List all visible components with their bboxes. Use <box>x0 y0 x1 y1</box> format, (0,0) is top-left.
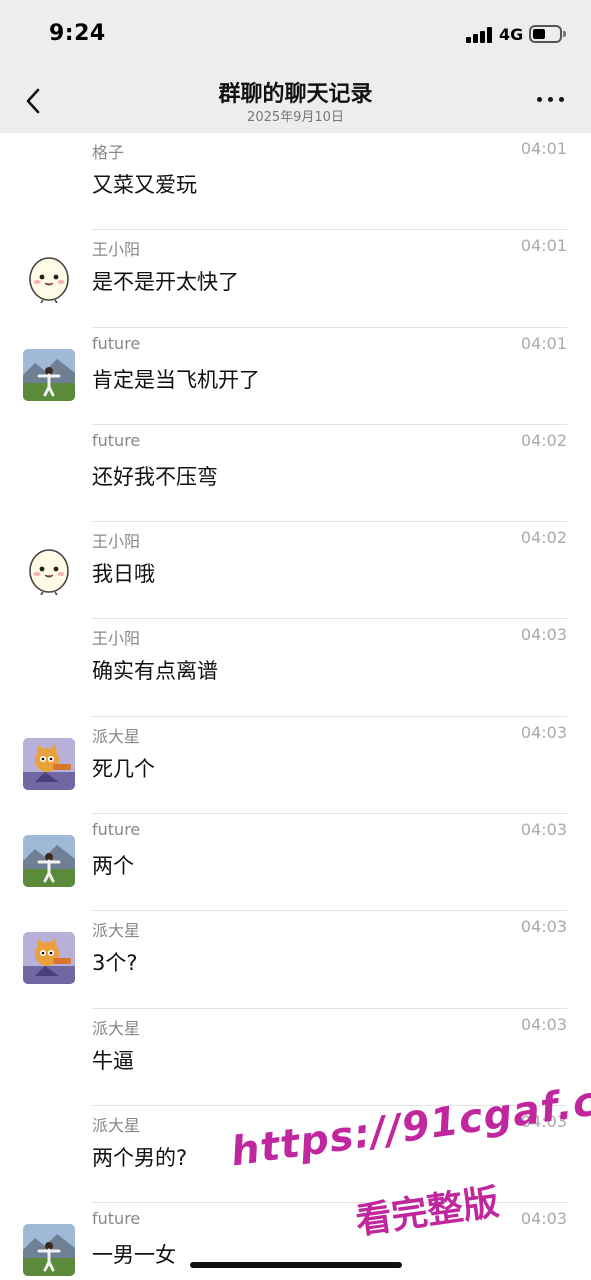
egg-avatar-icon <box>23 251 75 304</box>
sender-name: 王小阳 <box>92 240 141 260</box>
avatar[interactable] <box>23 543 75 596</box>
message-time: 04:03 <box>520 625 567 645</box>
message-row[interactable]: 派大星 04:03 死几个 <box>0 717 591 815</box>
message-row[interactable]: future 04:03 一男一女 <box>0 1203 591 1280</box>
message-time: 04:01 <box>520 236 567 256</box>
sender-name: future <box>92 333 141 353</box>
message-text: 确实有点离谱 <box>92 659 218 684</box>
avatar[interactable] <box>23 835 75 888</box>
message-time: 04:01 <box>520 333 567 353</box>
landscape-avatar-icon <box>23 835 75 888</box>
message-text: 3个? <box>92 951 138 976</box>
landscape-avatar-icon <box>23 348 75 401</box>
page-subtitle: 2025年9月10日 <box>247 110 344 125</box>
message-time: 04:02 <box>520 430 567 450</box>
message-text: 肯定是当飞机开了 <box>92 367 260 392</box>
message-time: 04:03 <box>520 917 567 937</box>
message-row[interactable]: 王小阳 04:03 确实有点离谱 <box>0 619 591 717</box>
message-row[interactable]: future 04:02 还好我不压弯 <box>0 425 591 523</box>
message-time: 04:03 <box>520 1209 567 1229</box>
home-indicator[interactable] <box>190 1262 402 1268</box>
sender-name: 派大星 <box>92 726 141 746</box>
nav-bar: 群聊的聊天记录 2025年9月10日 <box>0 66 591 133</box>
avatar[interactable] <box>23 737 75 790</box>
status-time: 9:24 <box>49 21 106 46</box>
message-text: 还好我不压弯 <box>92 464 218 489</box>
message-time: 04:02 <box>520 528 567 548</box>
page-title: 群聊的聊天记录 <box>218 82 373 107</box>
message-text: 又菜又爱玩 <box>92 173 197 197</box>
battery-icon <box>529 25 566 43</box>
sender-name: 派大星 <box>92 1115 141 1135</box>
sender-name: 派大星 <box>92 1018 141 1038</box>
signal-icon <box>466 27 494 43</box>
cartoon-avatar-icon <box>23 932 75 985</box>
message-text: 一男一女 <box>92 1243 176 1268</box>
message-row[interactable]: 王小阳 04:02 我日哦 <box>0 522 591 620</box>
message-time: 04:03 <box>520 722 567 742</box>
message-row[interactable]: 派大星 04:03 3个? <box>0 911 591 1009</box>
message-time: 04:01 <box>520 139 567 158</box>
message-row[interactable]: 王小阳 04:01 是不是开太快了 <box>0 230 591 328</box>
avatar[interactable] <box>23 1224 75 1277</box>
avatar[interactable] <box>23 932 75 985</box>
sender-name: future <box>92 820 141 840</box>
sender-name: future <box>92 1209 141 1229</box>
sender-name: 格子 <box>92 143 125 162</box>
avatar[interactable] <box>23 251 75 304</box>
landscape-avatar-icon <box>23 1224 75 1277</box>
message-text: 牛逼 <box>92 1048 134 1073</box>
egg-avatar-icon <box>23 543 75 596</box>
status-bar: 9:24 4G <box>0 0 591 66</box>
message-time: 04:03 <box>520 1014 567 1034</box>
message-text: 两个男的? <box>92 1145 188 1170</box>
message-time: 04:03 <box>520 820 567 840</box>
sender-name: 王小阳 <box>92 629 141 649</box>
message-row[interactable]: future 04:03 两个 <box>0 814 591 912</box>
message-row[interactable]: future 04:01 肯定是当飞机开了 <box>0 328 591 425</box>
avatar[interactable] <box>23 348 75 401</box>
message-text: 我日哦 <box>92 562 155 587</box>
cartoon-avatar-icon <box>23 737 75 790</box>
more-button[interactable] <box>537 97 565 103</box>
message-text: 死几个 <box>92 756 155 781</box>
network-type: 4G <box>499 25 524 44</box>
sender-name: 派大星 <box>92 921 141 941</box>
sender-name: future <box>92 430 141 450</box>
message-text: 两个 <box>92 854 134 879</box>
message-text: 是不是开太快了 <box>92 270 239 295</box>
sender-name: 王小阳 <box>92 532 141 552</box>
message-row[interactable]: 格子 04:01 又菜又爱玩 <box>0 133 591 231</box>
